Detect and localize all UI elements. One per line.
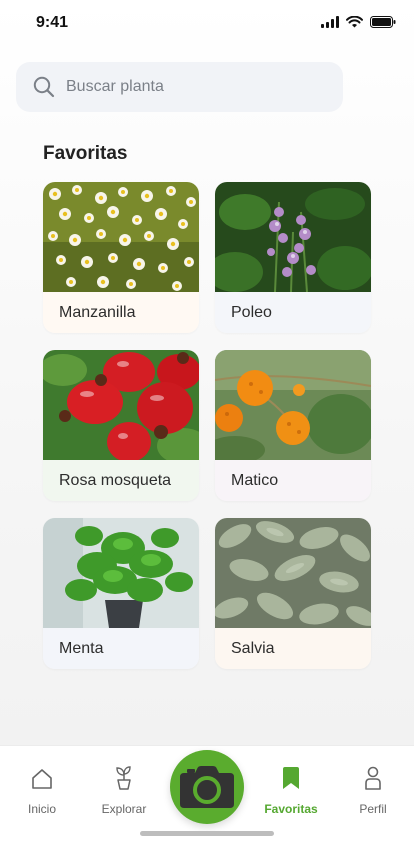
status-bar: 9:41 (0, 0, 414, 46)
nav-label: Favoritas (264, 802, 318, 816)
house-icon (32, 769, 52, 789)
battery-icon (370, 16, 396, 28)
nav-item-inicio[interactable]: Inicio (2, 764, 82, 816)
plant-photo (215, 182, 371, 292)
search-input[interactable]: Buscar planta (66, 78, 164, 96)
nav-item-favoritas[interactable]: Favoritas (251, 764, 331, 816)
signal-icon (321, 16, 339, 28)
nav-label: Perfil (359, 802, 387, 816)
nav-item-perfil[interactable]: Perfil (333, 764, 413, 816)
nav-label: Inicio (27, 802, 56, 816)
plant-pot-icon (116, 766, 131, 790)
wifi-icon (346, 16, 363, 28)
search-icon (33, 76, 55, 98)
search-bar[interactable]: Buscar planta (16, 62, 343, 112)
person-icon (365, 766, 381, 790)
plant-card-label: Matico (215, 460, 371, 501)
plant-photo (43, 518, 199, 628)
plant-card-label: Rosa mosqueta (43, 460, 199, 501)
plant-photo (43, 350, 199, 460)
camera-button[interactable] (170, 750, 244, 824)
nav-label: Explorar (101, 802, 147, 816)
plant-card-label: Menta (43, 628, 199, 669)
plant-card-poleo[interactable]: Poleo (215, 182, 371, 333)
plant-card-label: Poleo (215, 292, 371, 333)
plant-photo (43, 182, 199, 292)
plant-card-matico[interactable]: Matico (215, 350, 371, 501)
section-title: Favoritas (43, 143, 128, 164)
plant-card-rosa-mosqueta[interactable]: Rosa mosqueta (43, 350, 199, 501)
plant-card-menta[interactable]: Menta (43, 518, 199, 669)
camera-icon (180, 766, 234, 808)
status-icons (321, 16, 396, 28)
plant-card-salvia[interactable]: Salvia (215, 518, 371, 669)
plant-card-label: Manzanilla (43, 292, 199, 333)
nav-item-explorar[interactable]: Explorar (84, 764, 164, 816)
plant-card-manzanilla[interactable]: Manzanilla (43, 182, 199, 333)
plant-card-label: Salvia (215, 628, 371, 669)
home-indicator (140, 831, 274, 836)
status-time: 9:41 (36, 14, 69, 31)
bookmark-icon (283, 767, 299, 789)
plant-photo (215, 350, 371, 460)
plant-photo (215, 518, 371, 628)
